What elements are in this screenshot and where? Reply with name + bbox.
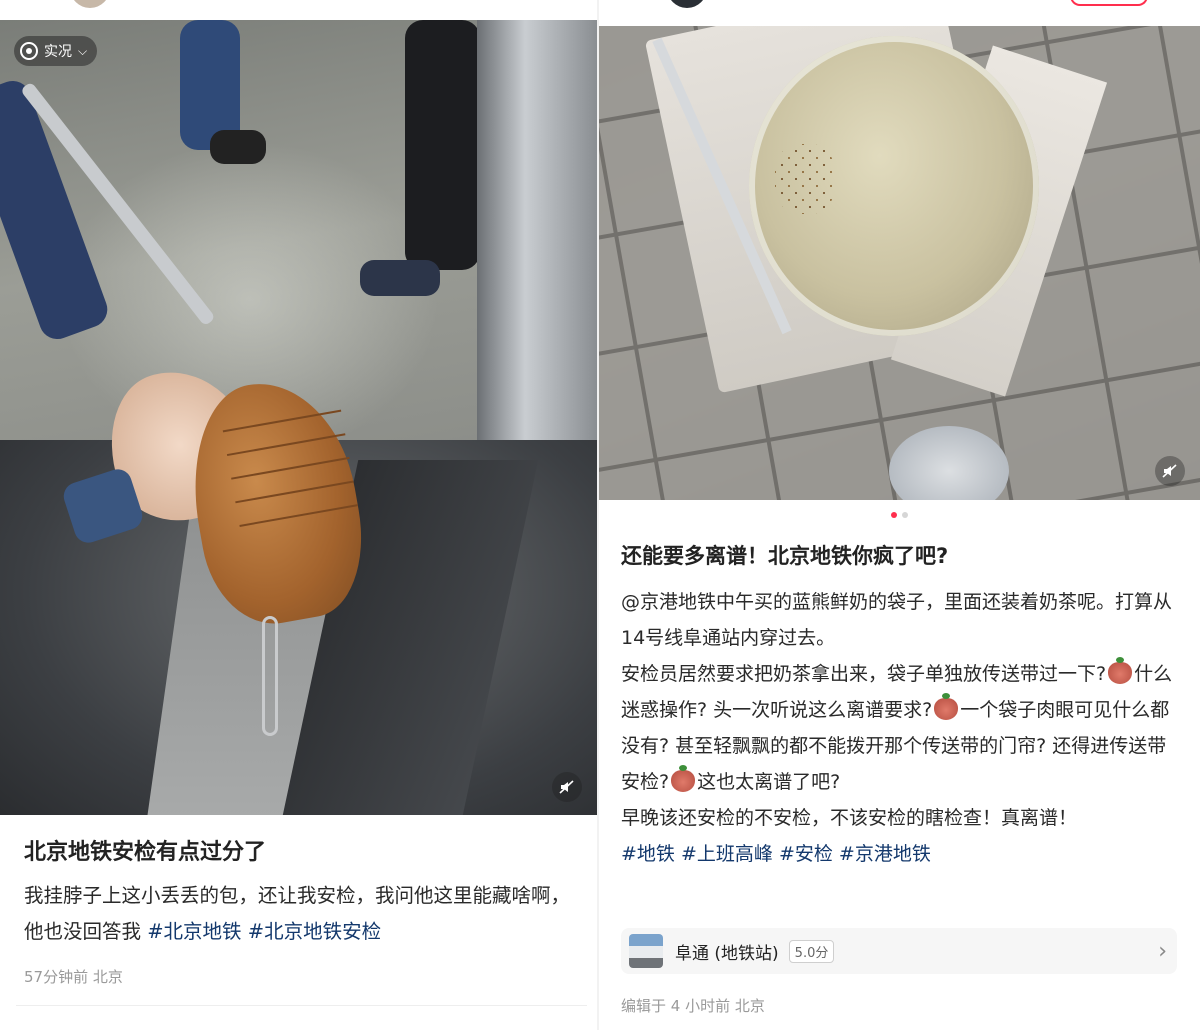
bag-clip: [262, 616, 278, 736]
location-name: 阜通 (地铁站): [675, 943, 779, 964]
sneaker: [210, 130, 266, 164]
hashtag-link[interactable]: #安检: [779, 843, 833, 865]
post-image[interactable]: [599, 26, 1200, 500]
screenshot-canvas: 实况 ⌵ 北京地铁安检有点过分了 我挂脖子上这小丢丢的包，还让我安检，我问他这里…: [0, 0, 1200, 1030]
paragraph: @京港地铁中午买的蓝熊鲜奶的袋子，里面还装着奶茶呢。打算从14号线阜通站内穿过去…: [621, 591, 1173, 649]
live-photo-badge[interactable]: 实况 ⌵: [14, 36, 98, 66]
hashtag-row: #地铁 #上班高峰 #安检 #京港地铁: [621, 836, 1181, 872]
passenger-leg: [405, 20, 480, 270]
post-card-left[interactable]: 实况 ⌵ 北京地铁安检有点过分了 我挂脖子上这小丢丢的包，还让我安检，我问他这里…: [0, 0, 597, 1030]
hashtag-link[interactable]: #上班高峰: [681, 843, 773, 865]
hashtag-link[interactable]: #京港地铁: [839, 843, 931, 865]
text-run: 安检员居然要求把奶茶拿出来，袋子单独放传送带过一下?: [621, 663, 1107, 685]
angry-face-emoji: [1108, 657, 1133, 684]
paragraph: 安检员居然要求把奶茶拿出来，袋子单独放传送带过一下? 什么迷惑操作? 头一次听说这…: [621, 656, 1181, 800]
author-avatar[interactable]: [70, 0, 110, 8]
carousel-dot-active[interactable]: [891, 512, 897, 518]
divider: [16, 1005, 587, 1006]
live-photo-icon: [20, 42, 38, 60]
post-body: @京港地铁中午买的蓝熊鲜奶的袋子，里面还装着奶茶呢。打算从14号线阜通站内穿过去…: [621, 584, 1181, 872]
post-card-right[interactable]: 还能要多离谱！北京地铁你疯了吧? @京港地铁中午买的蓝熊鲜奶的袋子，里面还装着奶…: [599, 0, 1200, 1030]
post-header-strip: [0, 0, 597, 22]
text-run: 这也太离谱了吧?: [697, 771, 841, 793]
post-header-strip: [599, 0, 1200, 22]
chevron-down-icon: ⌵: [78, 43, 88, 58]
author-avatar[interactable]: [667, 0, 707, 8]
location-score-badge: 5.0分: [788, 939, 835, 963]
chevron-right-icon: ›: [1158, 938, 1167, 964]
hashtag-link[interactable]: #地铁: [621, 843, 675, 865]
location-card[interactable]: 阜通 (地铁站) 5.0分 ›: [621, 928, 1177, 974]
paragraph: 早晚该还安检的不安检，不该安检的瞎检查！真离谱！: [621, 807, 1078, 829]
post-title: 还能要多离谱！北京地铁你疯了吧?: [621, 544, 949, 568]
angry-face-emoji: [934, 693, 959, 720]
post-title: 北京地铁安检有点过分了: [24, 840, 267, 865]
post-meta: 57分钟前 北京: [24, 968, 123, 986]
carousel-dot[interactable]: [902, 512, 908, 518]
follow-button[interactable]: [1070, 0, 1148, 6]
post-image[interactable]: 实况 ⌵: [0, 20, 597, 815]
location-thumbnail: [629, 934, 663, 968]
hashtag-link[interactable]: #北京地铁安检: [248, 920, 381, 943]
speaker-mute-icon[interactable]: [552, 772, 582, 802]
carousel-indicator: [599, 512, 1200, 518]
live-photo-label: 实况: [44, 44, 72, 60]
sneaker: [360, 260, 440, 296]
cup-toppings: [775, 144, 835, 214]
hashtag-link[interactable]: #北京地铁: [147, 920, 241, 943]
angry-face-emoji: [671, 765, 696, 792]
post-body: 我挂脖子上这小丢丢的包，还让我安检，我问他这里能藏啥啊，他也没回答我 #北京地铁…: [24, 878, 584, 950]
post-meta: 编辑于 4 小时前 北京: [621, 997, 765, 1015]
speaker-mute-icon[interactable]: [1155, 456, 1185, 486]
